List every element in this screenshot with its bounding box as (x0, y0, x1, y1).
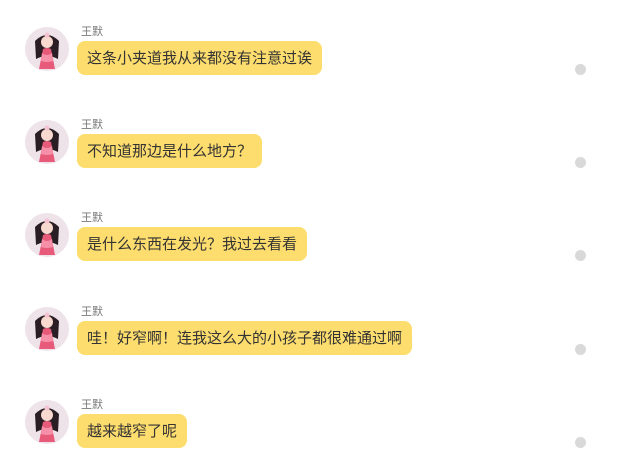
chat-message: 王默 不知道那边是什么地方？ (0, 118, 640, 200)
message-bubble[interactable]: 越来越窄了呢 (77, 414, 188, 448)
chat-message: 王默 哇！好窄啊！连我这么大的小孩子都很难通过啊 (0, 305, 640, 387)
status-dot-icon (575, 437, 586, 448)
avatar[interactable] (25, 213, 69, 257)
chat-message: 王默 这条小夹道我从来都没有注意过诶 (0, 25, 640, 107)
message-bubble[interactable]: 不知道那边是什么地方？ (77, 134, 263, 168)
status-dot-icon (575, 64, 586, 75)
sender-name: 王默 (81, 211, 103, 224)
avatar[interactable] (25, 400, 69, 444)
status-dot-icon (575, 157, 586, 168)
sender-name: 王默 (81, 398, 103, 411)
avatar[interactable] (25, 27, 69, 71)
chat-message: 王默 是什么东西在发光？我过去看看 (0, 211, 640, 293)
avatar[interactable] (25, 307, 69, 351)
status-dot-icon (575, 344, 586, 355)
sender-name: 王默 (81, 305, 103, 318)
chat-view: 王默 这条小夹道我从来都没有注意过诶 王默 不知道那边是什么地方？ 王默 是什么… (0, 0, 640, 469)
message-bubble[interactable]: 这条小夹道我从来都没有注意过诶 (77, 41, 323, 75)
avatar[interactable] (25, 120, 69, 164)
sender-name: 王默 (81, 25, 103, 38)
sender-name: 王默 (81, 118, 103, 131)
status-dot-icon (575, 250, 586, 261)
message-bubble[interactable]: 哇！好窄啊！连我这么大的小孩子都很难通过啊 (77, 321, 413, 355)
chat-message: 王默 越来越窄了呢 (0, 398, 640, 469)
message-bubble[interactable]: 是什么东西在发光？我过去看看 (77, 227, 308, 261)
